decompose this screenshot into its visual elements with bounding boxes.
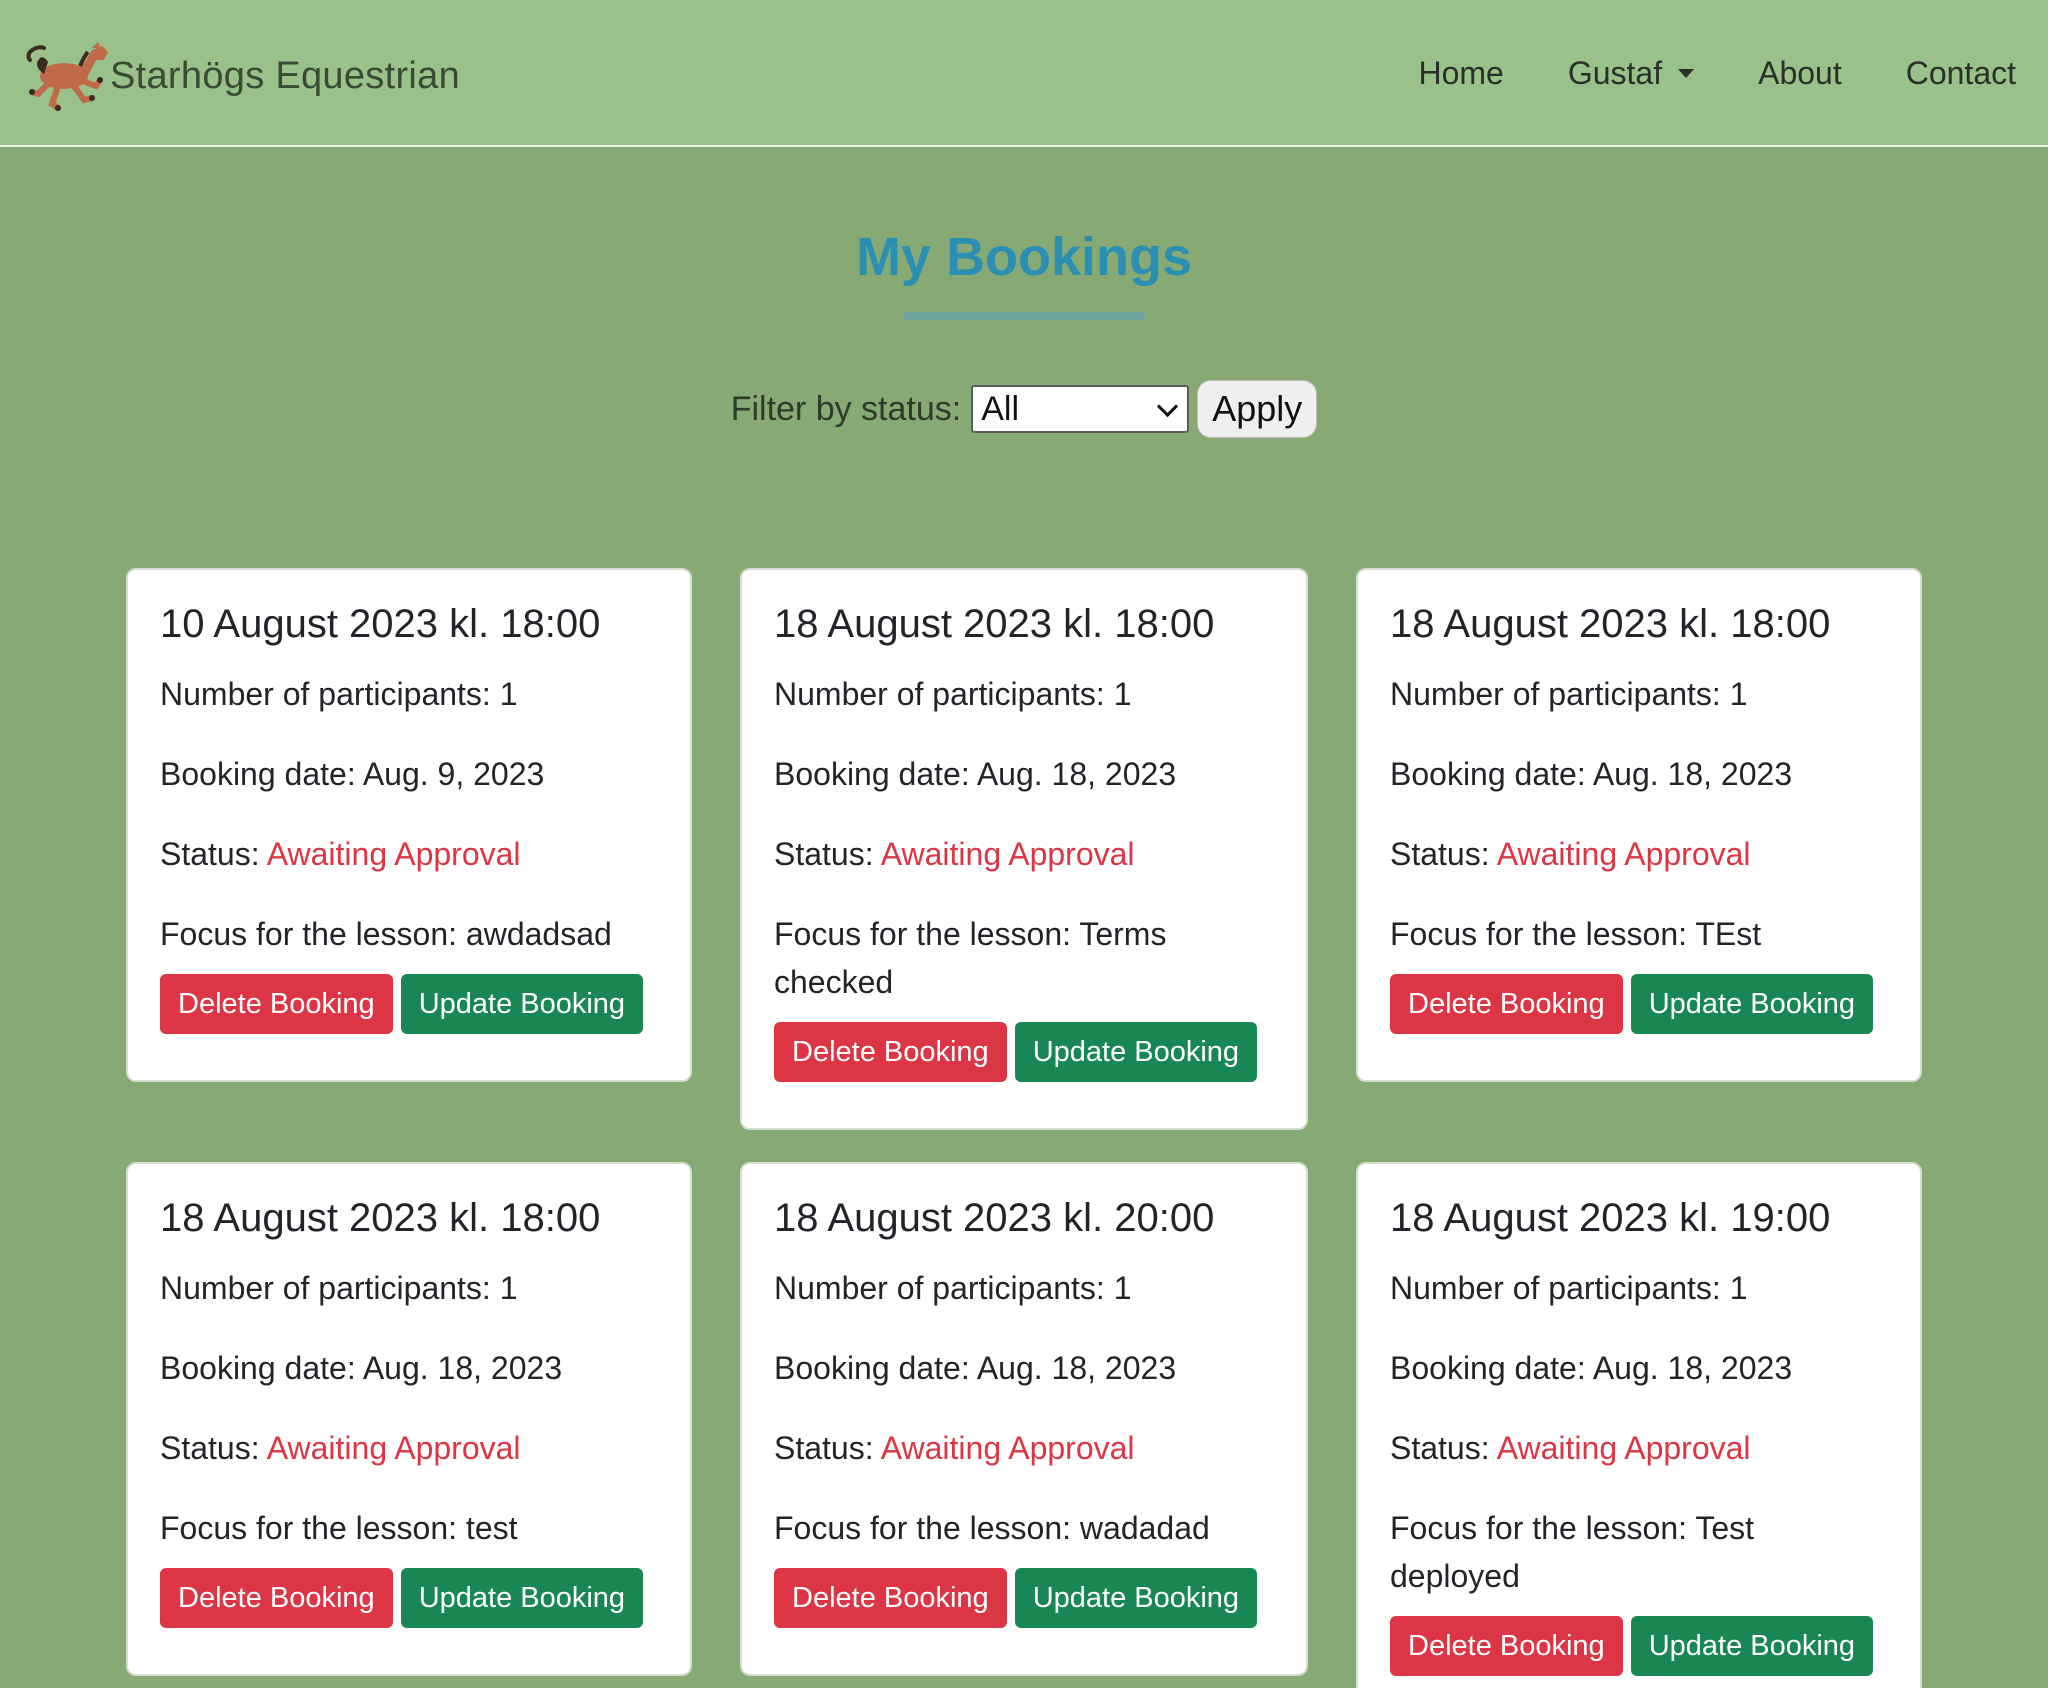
booking-date: Booking date: Aug. 9, 2023 [160,756,545,792]
update-booking-button[interactable]: Update Booking [400,974,644,1034]
booking-card: 18 August 2023 kl. 18:00 Number of parti… [126,1162,692,1676]
booking-date: Booking date: Aug. 18, 2023 [160,1350,563,1386]
booking-actions: Delete Booking Update Booking [1390,1616,1888,1676]
status-label: Status: [774,1430,881,1466]
navbar: Starhögs Equestrian Home Gustaf About Co… [0,0,2048,147]
booking-actions: Delete Booking Update Booking [160,1568,658,1628]
status-label: Status: [160,836,267,872]
delete-booking-button[interactable]: Delete Booking [1390,974,1623,1034]
caret-down-icon [1678,68,1695,78]
booking-card: 18 August 2023 kl. 20:00 Number of parti… [740,1162,1308,1676]
update-booking-button[interactable]: Update Booking [1630,974,1874,1034]
update-booking-button[interactable]: Update Booking [400,1568,644,1628]
nav-about-label: About [1758,54,1842,91]
booking-card: 18 August 2023 kl. 18:00 Number of parti… [1356,568,1922,1082]
update-booking-button[interactable]: Update Booking [1014,1568,1258,1628]
booking-status: Status: Awaiting Approval [1390,1424,1888,1472]
update-booking-button[interactable]: Update Booking [1630,1616,1874,1676]
status-label: Status: [1390,1430,1497,1466]
delete-booking-button[interactable]: Delete Booking [1390,1616,1623,1676]
booking-title: 10 August 2023 kl. 18:00 [160,602,601,646]
apply-button[interactable]: Apply [1197,380,1318,438]
status-value: Awaiting Approval [880,836,1135,872]
booking-focus: Focus for the lesson: wadadad [774,1510,1210,1546]
booking-actions: Delete Booking Update Booking [160,974,658,1034]
nav-contact-link[interactable]: Contact [1906,55,2016,92]
brand-link[interactable]: Starhögs Equestrian [22,36,460,116]
filter-label: Filter by status: [730,389,962,428]
booking-title: 18 August 2023 kl. 18:00 [1390,602,1831,646]
update-booking-button[interactable]: Update Booking [1014,1022,1258,1082]
booking-status: Status: Awaiting Approval [160,830,658,878]
nav-user-dropdown[interactable]: Gustaf [1567,54,1695,92]
nav-contact-label: Contact [1905,54,2016,91]
booking-focus: Focus for the lesson: TEst [1390,916,1762,952]
status-value: Awaiting Approval [1496,836,1751,872]
booking-participants: Number of participants: 1 [160,1270,518,1306]
booking-actions: Delete Booking Update Booking [1390,974,1888,1034]
nav-home-link[interactable]: Home [1418,55,1503,92]
status-value: Awaiting Approval [880,1430,1135,1466]
booking-title: 18 August 2023 kl. 20:00 [774,1196,1215,1240]
booking-status: Status: Awaiting Approval [774,830,1274,878]
brand-name: Starhögs Equestrian [110,54,461,97]
booking-card: 10 August 2023 kl. 18:00 Number of parti… [126,568,692,1082]
booking-focus: Focus for the lesson: Test deployed [1390,1510,1755,1594]
booking-date: Booking date: Aug. 18, 2023 [774,756,1177,792]
delete-booking-button[interactable]: Delete Booking [160,974,393,1034]
booking-status: Status: Awaiting Approval [1390,830,1888,878]
booking-card: 18 August 2023 kl. 18:00 Number of parti… [740,568,1308,1130]
nav-user-label: Gustaf [1567,54,1663,91]
booking-focus: Focus for the lesson: awdadsad [160,916,612,952]
page-title: My Bookings [855,227,1193,287]
booking-participants: Number of participants: 1 [160,676,518,712]
title-underline [903,312,1145,320]
booking-status: Status: Awaiting Approval [160,1424,658,1472]
status-label: Status: [160,1430,267,1466]
delete-booking-button[interactable]: Delete Booking [774,1022,1007,1082]
booking-title: 18 August 2023 kl. 19:00 [1390,1196,1831,1240]
delete-booking-button[interactable]: Delete Booking [774,1568,1007,1628]
booking-participants: Number of participants: 1 [774,676,1132,712]
booking-date: Booking date: Aug. 18, 2023 [1390,756,1793,792]
status-filter: Filter by status: All Apply [0,380,2048,438]
booking-actions: Delete Booking Update Booking [774,1022,1274,1082]
booking-focus: Focus for the lesson: test [160,1510,518,1546]
status-label: Status: [1390,836,1497,872]
booking-actions: Delete Booking Update Booking [774,1568,1274,1628]
status-select-value: All [981,389,1020,428]
booking-participants: Number of participants: 1 [1390,1270,1748,1306]
nav-about-link[interactable]: About [1758,55,1842,92]
booking-participants: Number of participants: 1 [774,1270,1132,1306]
delete-booking-button[interactable]: Delete Booking [160,1568,393,1628]
nav-home-label: Home [1418,54,1504,91]
booking-focus: Focus for the lesson: Terms checked [774,916,1167,1000]
status-label: Status: [774,836,881,872]
booking-date: Booking date: Aug. 18, 2023 [1390,1350,1793,1386]
chevron-down-icon [1157,395,1179,417]
booking-participants: Number of participants: 1 [1390,676,1748,712]
status-select[interactable]: All [971,385,1190,433]
nav-links: Home Gustaf About Contact [1354,50,2016,96]
booking-status: Status: Awaiting Approval [774,1424,1274,1472]
status-value: Awaiting Approval [1496,1430,1751,1466]
booking-date: Booking date: Aug. 18, 2023 [774,1350,1177,1386]
booking-card: 18 August 2023 kl. 19:00 Number of parti… [1356,1162,1922,1688]
booking-title: 18 August 2023 kl. 18:00 [774,602,1215,646]
status-value: Awaiting Approval [266,836,521,872]
status-value: Awaiting Approval [266,1430,521,1466]
horse-icon [26,42,108,111]
booking-title: 18 August 2023 kl. 18:00 [160,1196,601,1240]
